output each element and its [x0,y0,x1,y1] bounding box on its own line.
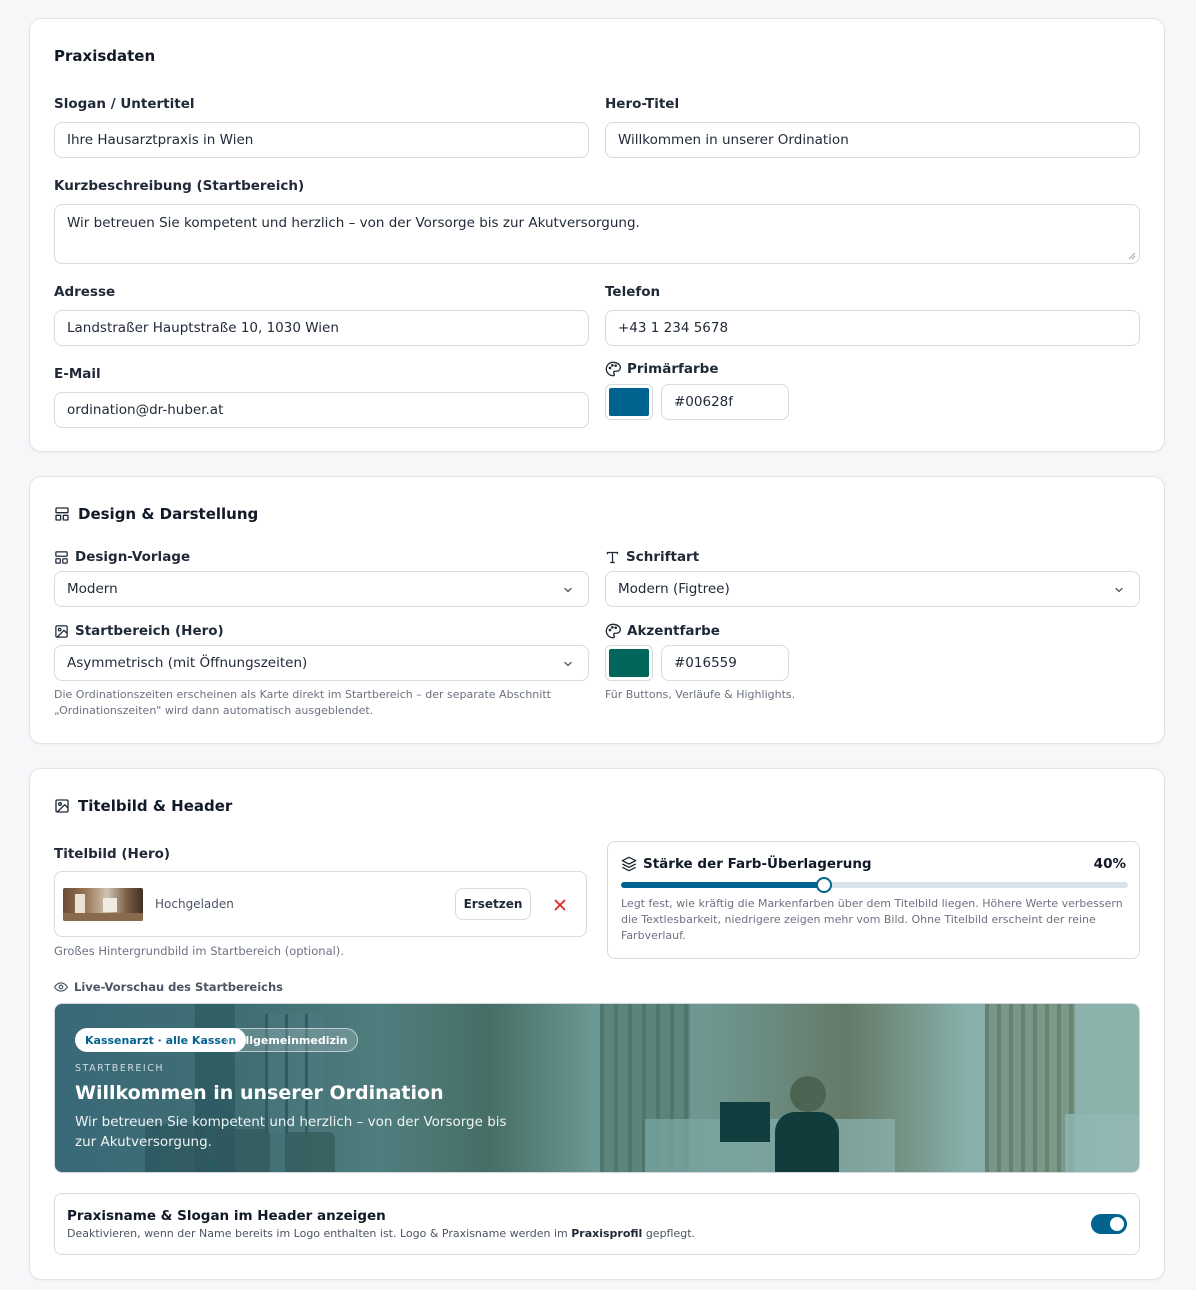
primary-color-label: Primärfarbe [605,361,718,377]
hero-image-label: Titelbild (Hero) [54,846,171,862]
hero-image-upload: Hochgeladen Ersetzen [54,871,587,937]
design-card: Design & Darstellung Design-Vorlage Mode… [29,476,1165,744]
chevron-down-icon [564,661,572,667]
hero-style-select-value: Asymmetrisch (mit Öffnungszeiten) [67,655,308,671]
header-toggle-row: Praxisname & Slogan im Header anzeigen D… [54,1193,1140,1255]
email-input[interactable]: ordination@dr-huber.at [54,392,589,428]
layout-icon [54,550,69,565]
overlay-slider-thumb[interactable] [815,877,832,893]
praxisdaten-title: Praxisdaten [54,47,156,65]
hero-image-thumbnail [63,888,143,921]
hero-badge-primary: Kassenarzt · alle Kassen [75,1028,247,1052]
accent-color-fill [609,649,649,677]
font-select-value: Modern (Figtree) [618,581,730,597]
hero-badge-secondary: Allgemeinmedizin [226,1028,359,1052]
hero-preview-text: Wir betreuen Sie kompetent und herzlich … [75,1114,507,1150]
email-label: E-Mail [54,366,101,382]
hero-eyebrow: STARTBEREICH [75,1063,165,1074]
overlay-strength-box: Stärke der Farb-Überlagerung 40% Legt fe… [607,841,1140,959]
close-icon [554,899,566,911]
overlay-slider-fill [621,882,824,888]
overlay-hint: Legt fest, wie kräftig die Markenfarben … [621,897,1123,942]
primary-color-label-text: Primärfarbe [627,361,719,377]
header-toggle-title: Praxisname & Slogan im Header anzeigen [67,1208,386,1224]
overlay-label-text: Stärke der Farb-Überlagerung [643,856,872,872]
primary-color-swatch[interactable] [605,384,653,420]
accent-color-swatch[interactable] [605,645,653,681]
hero-preview: Kassenarzt · alle Kassen Allgemeinmedizi… [54,1003,1140,1173]
hero-style-hint: Die Ordinationszeiten erscheinen als Kar… [54,688,551,717]
layout-icon [54,506,70,522]
accent-color-label-text: Akzentfarbe [627,623,720,639]
slogan-input[interactable]: Ihre Hausarztpraxis in Wien [54,122,589,158]
slogan-label: Slogan / Untertitel [54,96,195,112]
hero-style-select[interactable]: Asymmetrisch (mit Öffnungszeiten) [54,645,589,681]
address-input[interactable]: Landstraßer Hauptstraße 10, 1030 Wien [54,310,589,346]
font-label-text: Schriftart [626,549,700,565]
hero-image-hint: Großes Hintergrundbild im Startbereich (… [54,944,344,958]
resize-grip-icon[interactable] [1128,252,1136,260]
header-toggle-desc-after: gepflegt. [642,1227,696,1240]
description-textarea[interactable]: Wir betreuen Sie kompetent und herzlich … [54,204,1140,264]
eye-icon [54,980,68,994]
preview-label: Live-Vorschau des Startbereichs [54,980,283,994]
overlay-label: Stärke der Farb-Überlagerung [621,856,872,872]
image-icon [54,798,70,814]
hero-preview-title: Willkommen in unserer Ordination [75,1082,444,1104]
praxisprofil-link[interactable]: Praxisprofil [571,1227,642,1240]
overlay-slider[interactable] [621,877,1128,893]
preview-label-text: Live-Vorschau des Startbereichs [74,980,284,994]
template-select[interactable]: Modern [54,571,589,607]
overlay-value: 40% [1093,856,1126,872]
accent-color-input[interactable]: #016559 [661,645,789,681]
template-label-text: Design-Vorlage [75,549,191,565]
hero-style-label-text: Startbereich (Hero) [75,623,224,639]
hero-style-label: Startbereich (Hero) [54,623,224,639]
chevron-down-icon [1115,587,1123,593]
palette-icon [605,623,621,639]
hero-image-status: Hochgeladen [155,897,234,911]
praxisdaten-card: Praxisdaten Slogan / Untertitel Ihre Hau… [29,18,1165,452]
replace-image-button[interactable]: Ersetzen [455,888,531,920]
address-label: Adresse [54,284,116,300]
design-title: Design & Darstellung [54,505,258,523]
titelbild-title: Titelbild & Header [54,797,232,815]
font-label: Schriftart [605,549,699,565]
header-toggle-switch[interactable] [1091,1214,1127,1234]
header-toggle-desc: Deaktivieren, wenn der Name bereits im L… [67,1227,695,1240]
hero-title-input[interactable]: Willkommen in unserer Ordination [605,122,1140,158]
template-label: Design-Vorlage [54,549,190,565]
hero-title-label: Hero-Titel [605,96,680,112]
template-select-value: Modern [67,581,118,597]
header-toggle-knob [1110,1217,1124,1231]
primary-color-fill [609,388,649,416]
palette-icon [605,361,621,377]
layers-icon [621,856,637,872]
accent-color-label: Akzentfarbe [605,623,720,639]
font-select[interactable]: Modern (Figtree) [605,571,1140,607]
header-toggle-desc-before: Deaktivieren, wenn der Name bereits im L… [67,1227,572,1240]
phone-input[interactable]: +43 1 234 5678 [605,310,1140,346]
design-title-text: Design & Darstellung [78,505,259,523]
description-text: Wir betreuen Sie kompetent und herzlich … [67,215,640,231]
type-icon [605,550,620,565]
chevron-down-icon [564,587,572,593]
primary-color-input[interactable]: #00628f [661,384,789,420]
accent-color-hint: Für Buttons, Verläufe & Highlights. [605,688,796,701]
phone-label: Telefon [605,284,661,300]
titelbild-title-text: Titelbild & Header [78,797,233,815]
remove-image-button[interactable] [549,894,571,916]
titelbild-card: Titelbild & Header Titelbild (Hero) Hoch… [29,768,1165,1280]
description-label: Kurzbeschreibung (Startbereich) [54,178,305,194]
image-icon [54,624,69,639]
